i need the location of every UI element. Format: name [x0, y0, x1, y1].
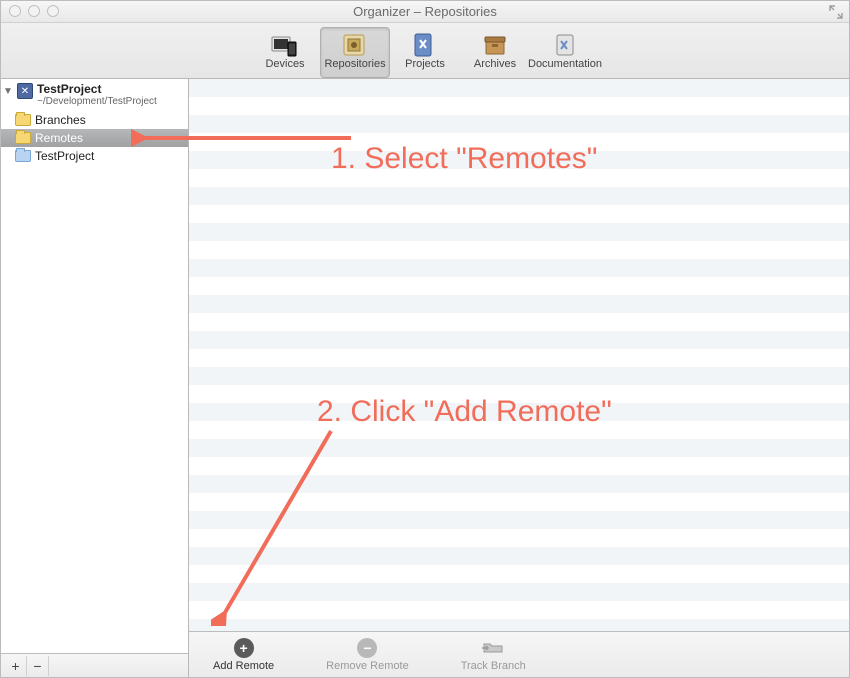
sidebar-item-label: TestProject — [35, 149, 94, 163]
toolbar-projects-label: Projects — [405, 58, 445, 70]
folder-icon — [15, 114, 31, 126]
projects-icon — [409, 30, 441, 58]
toolbar-devices[interactable]: Devices — [250, 27, 320, 78]
project-icon: ✕ — [17, 83, 33, 99]
sidebar-footer: + − — [1, 653, 188, 677]
window-title: Organizer – Repositories — [353, 4, 497, 19]
traffic-lights — [9, 5, 59, 17]
main-panel: + Add Remote − Remove Remote Track Branc… — [189, 79, 849, 677]
toolbar-repositories-label: Repositories — [324, 58, 385, 70]
add-remote-label: Add Remote — [213, 660, 274, 672]
disclosure-triangle-icon[interactable]: ▼ — [3, 86, 13, 97]
track-branch-button[interactable]: Track Branch — [461, 638, 526, 672]
sidebar-add-button[interactable]: + — [5, 656, 27, 676]
sidebar-item-testproject[interactable]: TestProject — [1, 147, 188, 165]
toolbar-archives[interactable]: Archives — [460, 27, 530, 78]
zoom-window-button[interactable] — [47, 5, 59, 17]
add-remote-button[interactable]: + Add Remote — [213, 638, 274, 672]
minimize-window-button[interactable] — [28, 5, 40, 17]
project-path: ~/Development/TestProject — [37, 96, 157, 107]
repositories-icon — [339, 30, 371, 58]
toolbar-archives-label: Archives — [474, 58, 516, 70]
titlebar: Organizer – Repositories — [1, 1, 849, 23]
body: ▼ ✕ TestProject ~/Development/TestProjec… — [1, 79, 849, 677]
devices-icon — [269, 30, 301, 58]
sidebar-remove-button[interactable]: − — [27, 656, 49, 676]
fullscreen-icon[interactable] — [829, 5, 843, 19]
sidebar-content: ▼ ✕ TestProject ~/Development/TestProjec… — [1, 79, 188, 653]
close-window-button[interactable] — [9, 5, 21, 17]
toolbar-documentation[interactable]: Documentation — [530, 27, 600, 78]
documentation-icon — [549, 30, 581, 58]
sidebar: ▼ ✕ TestProject ~/Development/TestProjec… — [1, 79, 189, 677]
bottom-toolbar: + Add Remote − Remove Remote Track Branc… — [189, 631, 849, 677]
track-branch-icon — [480, 638, 506, 658]
sidebar-item-label: Remotes — [35, 131, 83, 145]
remove-remote-button[interactable]: − Remove Remote — [326, 638, 409, 672]
toolbar: Devices Repositories Projects Archives D… — [1, 23, 849, 79]
sidebar-project-header[interactable]: ▼ ✕ TestProject ~/Development/TestProjec… — [1, 79, 188, 111]
remove-remote-label: Remove Remote — [326, 660, 409, 672]
toolbar-repositories[interactable]: Repositories — [320, 27, 390, 78]
folder-icon — [15, 150, 31, 162]
sidebar-item-remotes[interactable]: Remotes — [1, 129, 188, 147]
empty-list — [189, 79, 849, 631]
folder-icon — [15, 132, 31, 144]
sidebar-item-branches[interactable]: Branches — [1, 111, 188, 129]
project-name: TestProject — [37, 83, 157, 96]
organizer-window: Organizer – Repositories Devices Reposit… — [0, 0, 850, 678]
sidebar-item-label: Branches — [35, 113, 86, 127]
toolbar-documentation-label: Documentation — [528, 58, 602, 70]
plus-circle-icon: + — [234, 638, 254, 658]
archives-icon — [479, 30, 511, 58]
toolbar-devices-label: Devices — [265, 58, 304, 70]
minus-circle-icon: − — [357, 638, 377, 658]
track-branch-label: Track Branch — [461, 660, 526, 672]
toolbar-projects[interactable]: Projects — [390, 27, 460, 78]
